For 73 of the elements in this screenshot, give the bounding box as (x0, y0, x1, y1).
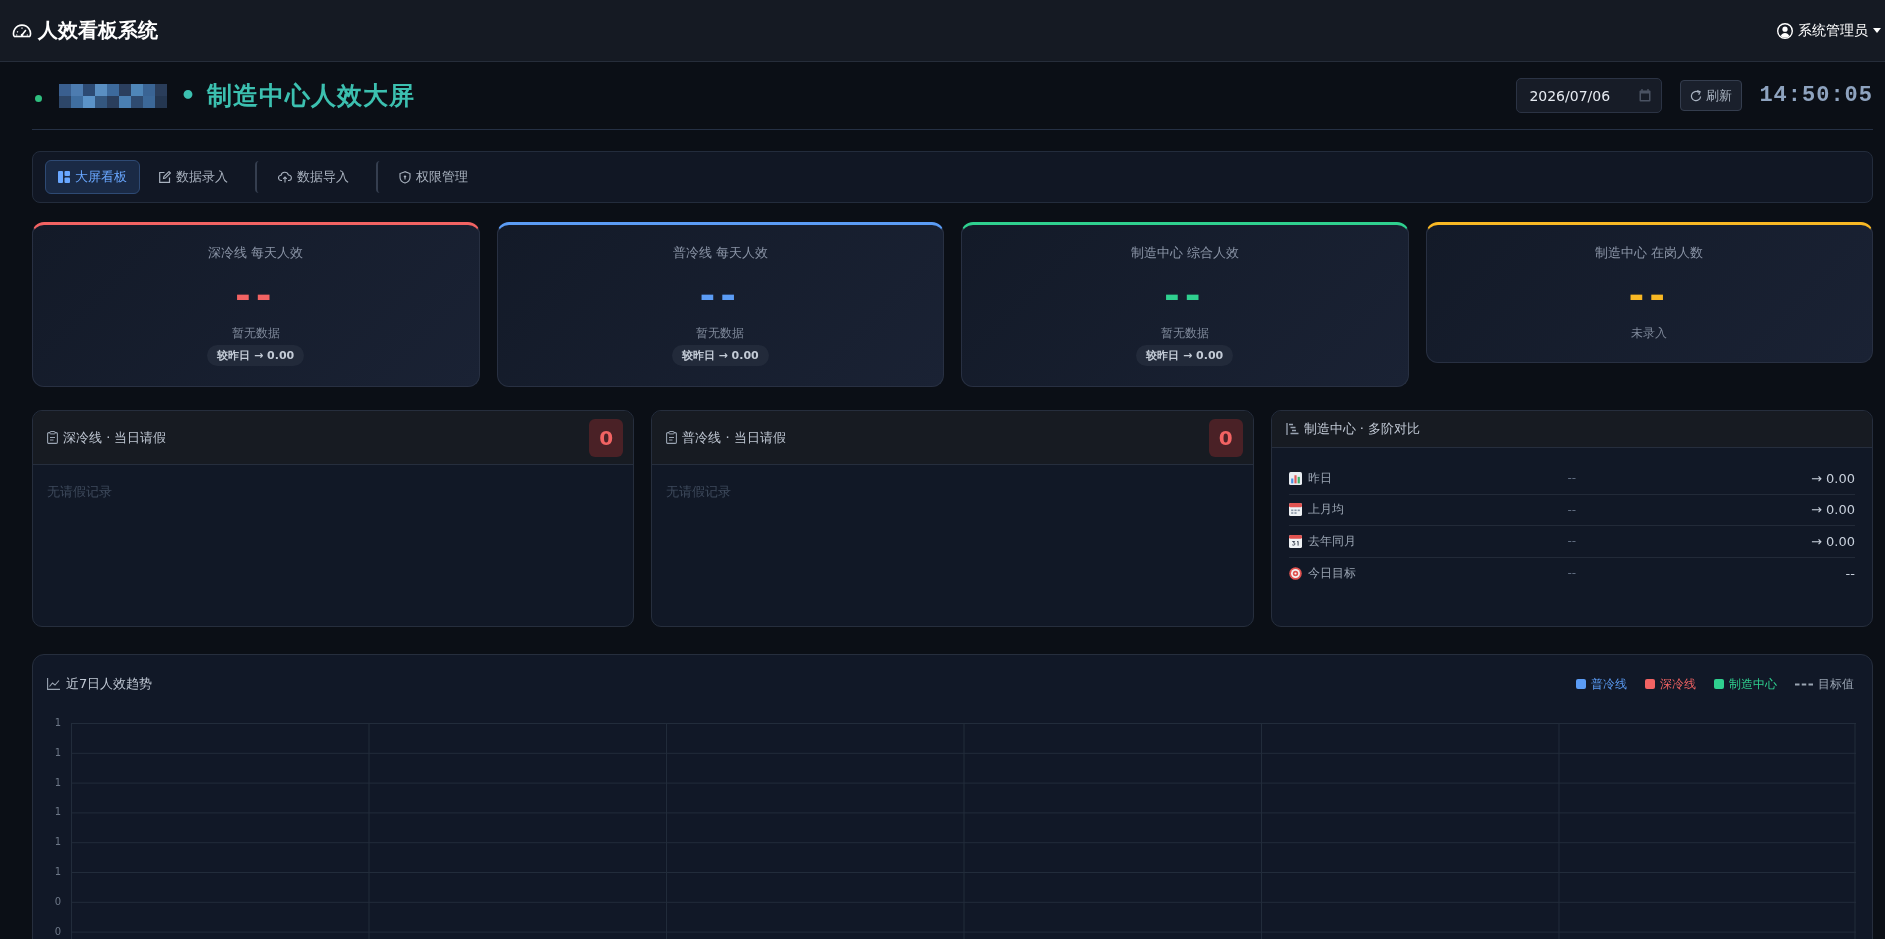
card-value: -- (1627, 276, 1671, 314)
calendar-icon (1288, 534, 1302, 548)
row-value: → 0.00 (1811, 502, 1855, 518)
calendar-icon (1639, 89, 1652, 102)
row-label: 今日目标 (1307, 564, 1356, 582)
tab[interactable]: 权限管理 (386, 160, 481, 194)
cloud-upload-icon (278, 171, 292, 183)
axis-label: 1 (54, 805, 61, 820)
tab[interactable]: 数据导入 (265, 160, 362, 194)
axis-label: 1 (54, 775, 61, 790)
legend-label: 目标值 (1818, 675, 1854, 693)
card-note: 暂无数据 (695, 325, 746, 342)
chart-title: 近7日人效趋势 (47, 675, 153, 693)
card-title: 制造中心 在岗人数 (1594, 244, 1705, 262)
date-field[interactable]: 2026/07/06 (1516, 78, 1663, 113)
panel-title: 普冷线 · 当日请假 (666, 428, 786, 447)
line-chart-icon (47, 678, 60, 690)
panel-title: 制造中心 · 多阶对比 (1285, 420, 1421, 438)
card-value: -- (698, 276, 742, 314)
card-title: 普冷线 每天人效 (671, 244, 769, 262)
axis-label: 0 (54, 894, 61, 909)
card-value: -- (1162, 276, 1207, 314)
tab[interactable]: 数据录入 (146, 160, 241, 194)
clipboard-icon (666, 431, 678, 444)
card-title: 制造中心 综合人效 (1129, 244, 1240, 262)
refresh-button[interactable]: 刷新 (1680, 80, 1743, 111)
refresh-icon (1690, 89, 1703, 102)
axis-label: 1 (54, 745, 61, 760)
row-detail: -- (1567, 471, 1577, 486)
clipboard-icon (47, 431, 58, 444)
legend-label: 制造中心 (1729, 675, 1777, 693)
clock-text: 14:50:05 (1759, 83, 1873, 108)
app-title: 人效看板系统 (38, 17, 158, 44)
row-label: 上月均 (1307, 501, 1344, 519)
gauge-icon (12, 22, 32, 39)
panel-title: 深冷线 · 当日请假 (47, 428, 167, 447)
legend-label: 普冷线 (1591, 675, 1627, 693)
legend-label: 深冷线 (1660, 675, 1696, 693)
list-icon (1285, 423, 1299, 435)
axis-label: 1 (54, 835, 61, 850)
edit-icon (159, 171, 171, 183)
row-label: 昨日 (1307, 469, 1332, 487)
card-value: -- (233, 276, 278, 314)
bar-chart-icon (1288, 471, 1302, 485)
compare-pill: 较昨日 → 0.00 (671, 345, 769, 366)
card-note: 暂无数据 (230, 325, 281, 342)
card-note: 暂无数据 (1159, 325, 1210, 342)
axis-label: 1 (54, 865, 61, 879)
compare-pill: 较昨日 → 0.00 (1136, 345, 1234, 366)
row-detail: -- (1567, 502, 1577, 517)
count-badge: 0 (589, 418, 624, 457)
dashboard-icon (58, 171, 70, 183)
page-title: • 制造中心人效大屏 (180, 80, 415, 112)
row-detail: -- (1567, 534, 1577, 549)
target-icon (1288, 566, 1302, 580)
tab[interactable]: 大屏看板 (45, 160, 140, 194)
card-title: 深冷线 每天人效 (207, 244, 305, 262)
axis-label: 0 (54, 924, 61, 939)
row-label: 去年同月 (1307, 532, 1356, 550)
row-value: → 0.00 (1811, 470, 1855, 486)
row-value: -- (1845, 565, 1855, 581)
dot-icon (35, 95, 42, 102)
axis-label: 1 (54, 716, 61, 730)
count-badge: 0 (1208, 418, 1243, 457)
user-menu-button[interactable]: 系统管理员 (1777, 19, 1881, 42)
user-avatar-icon (1777, 22, 1793, 39)
calendar-icon (1288, 503, 1302, 517)
shield-icon (399, 170, 411, 184)
row-detail: -- (1567, 566, 1577, 581)
row-value: → 0.00 (1811, 533, 1855, 549)
card-note: 未录入 (1630, 325, 1669, 342)
caret-icon (1873, 28, 1881, 33)
compare-pill: 较昨日 → 0.00 (207, 345, 305, 366)
